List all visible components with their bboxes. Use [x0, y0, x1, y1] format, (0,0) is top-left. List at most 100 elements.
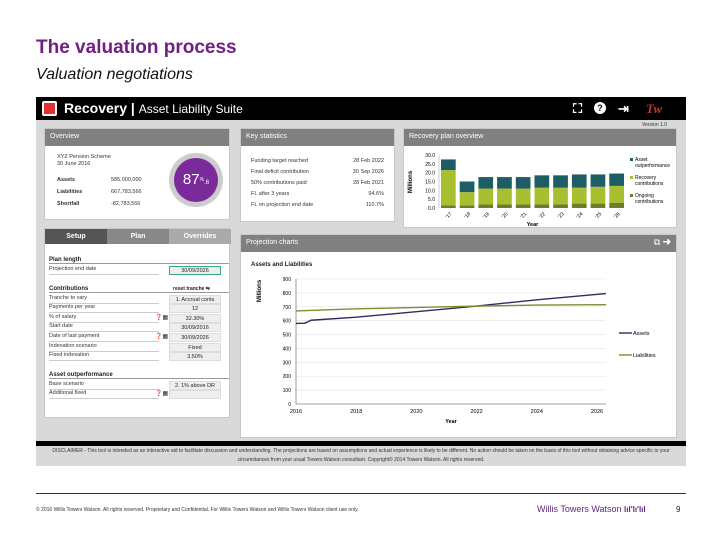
y-tick-label: 30.0: [425, 153, 435, 159]
bar-segment: [553, 175, 568, 188]
bar-segment: [459, 181, 475, 193]
field-value[interactable]: Fixed: [169, 342, 221, 352]
field-label: Projection end date: [49, 266, 159, 275]
field-value[interactable]: 12: [169, 304, 221, 314]
y-tick-label: 100: [283, 388, 292, 394]
field-value[interactable]: [169, 390, 221, 400]
section-plan_length: Plan length: [49, 257, 229, 264]
funding-level: 87%.6: [174, 158, 218, 202]
projection-charts-header: Projection charts ⧉ ➜: [241, 235, 676, 252]
bar-segment: [478, 188, 494, 205]
tw-logo-icon: Tw: [646, 101, 663, 116]
reset-tranche-button[interactable]: reset tranche ⇆: [173, 286, 210, 292]
x-tick-label: 2016: [290, 409, 302, 415]
fullscreen-icon[interactable]: ⛶: [573, 101, 582, 117]
legend-swatch: [630, 158, 633, 161]
tab-overrides[interactable]: Overrides: [169, 229, 231, 244]
field-value[interactable]: 2. 1% above DR: [169, 380, 221, 390]
field-label: Start date: [49, 323, 159, 333]
bar-segment: [515, 177, 531, 189]
tab-setup[interactable]: Setup: [45, 229, 107, 244]
y-tick-label: 600: [283, 319, 292, 325]
bar-segment: [515, 188, 531, 205]
bar-segment: [553, 204, 568, 208]
overview-value: -82,783,566: [111, 201, 141, 207]
key-stat-value: 28 Feb 2021: [353, 180, 384, 186]
funding-ring: 87%.6: [169, 153, 223, 207]
key-statistics-header: Key statistics: [241, 129, 394, 146]
bar-segment: [534, 175, 550, 188]
field-value[interactable]: 30/09/2026: [169, 333, 221, 342]
bar-segment: [609, 202, 624, 208]
help-calculator-icons[interactable]: ❓▦: [155, 390, 168, 397]
field-label: Date of last payment: [49, 333, 159, 342]
footer-text: © 2016 Willis Towers Watson. All rights …: [36, 507, 359, 513]
bar-segment: [553, 187, 568, 205]
y-tick-label: 500: [283, 333, 292, 339]
bar-segment: [478, 204, 494, 208]
legend-swatch: [630, 176, 633, 179]
key-stat-label: Funding target reached: [251, 158, 308, 164]
app-suite: Asset Liability Suite: [138, 102, 243, 116]
app-logo-icon: [42, 101, 57, 116]
tab-plan[interactable]: Plan: [107, 229, 169, 244]
legend-label: Assets: [633, 331, 650, 337]
field-value[interactable]: 3.50%: [169, 352, 221, 362]
y-tick-label: 800: [283, 291, 292, 297]
help-calculator-icons[interactable]: ❓▦: [155, 314, 168, 321]
line-chart-title: Assets and Liabilities: [251, 262, 313, 268]
key-stat-label: FL on projection end date: [251, 202, 314, 208]
field-label: Tranche to vary: [49, 295, 159, 304]
field-label: Fixed indexation: [49, 352, 159, 362]
key-stat-label: Final deficit contribution: [251, 169, 309, 175]
x-axis-label: Year: [445, 419, 457, 425]
legend-label: outperformance: [635, 163, 670, 169]
next-arrow-icon[interactable]: ➜: [663, 237, 671, 247]
x-tick-label: 2026: [591, 409, 603, 415]
footer-divider: [36, 493, 686, 494]
field-label: Indexation scenario: [49, 343, 159, 352]
y-axis-label: Millions: [257, 279, 263, 302]
bar-segment: [497, 204, 512, 208]
bar-segment: [515, 204, 531, 208]
field-label: Base scenario: [49, 381, 159, 390]
x-tick-label: '20: [501, 211, 510, 220]
section-asset: Asset outperformance: [49, 372, 229, 379]
bar-segment: [609, 185, 624, 203]
help-icon[interactable]: ?: [594, 102, 606, 114]
plan-panel: Setup Plan Overrides Plan length Projection…: [44, 228, 231, 418]
bar-segment: [441, 205, 456, 208]
x-tick-label: '23: [557, 211, 566, 220]
bar-segment: [571, 174, 587, 188]
bar-segment: [590, 174, 606, 187]
key-stat-label: FL after 3 years: [251, 191, 290, 197]
x-tick-label: 2020: [410, 409, 422, 415]
y-tick-label: 700: [283, 305, 292, 311]
recovery-plan-header: Recovery plan overview: [404, 129, 676, 146]
projection-charts-panel: Projection charts ⧉ ➜ Assets and Liabili…: [240, 234, 677, 438]
legend-label: Liabilities: [633, 353, 656, 359]
bar-segment: [497, 188, 512, 205]
brand-logo: Willis Towers Watson lıl'lı'lıl: [537, 504, 646, 514]
exit-icon[interactable]: ⇥: [618, 101, 629, 117]
help-calculator-icons[interactable]: ❓▦: [155, 333, 168, 340]
bar-segment: [459, 205, 475, 208]
x-tick-label: '25: [594, 211, 603, 220]
bar-segment: [571, 187, 587, 204]
field-value[interactable]: 30/09/2016: [169, 323, 221, 333]
field-value[interactable]: 1. Accrual conts: [169, 294, 221, 304]
app-window: Recovery | Asset Liability Suite ⛶ ? ⇥ T…: [36, 97, 686, 466]
bar-segment: [534, 204, 550, 208]
legend-label: contributions: [635, 181, 664, 187]
copy-icon[interactable]: ⧉: [654, 237, 660, 247]
scheme-name: XYZ Pension Scheme: [57, 154, 111, 160]
y-tick-label: 0: [288, 402, 291, 408]
x-tick-label: '19: [482, 211, 491, 220]
overview-label: Liabilities: [57, 189, 83, 195]
bar-segment: [441, 170, 456, 206]
y-axis-label: Millions: [408, 170, 414, 193]
x-tick-label: '17: [445, 211, 454, 220]
assets-liabilities-chart: Millions 0 100 200 300 400 500 600 700 800 900 2016…: [257, 277, 656, 425]
field-value[interactable]: 30/09/2026: [169, 266, 221, 275]
field-value[interactable]: 32.30%: [169, 313, 221, 323]
